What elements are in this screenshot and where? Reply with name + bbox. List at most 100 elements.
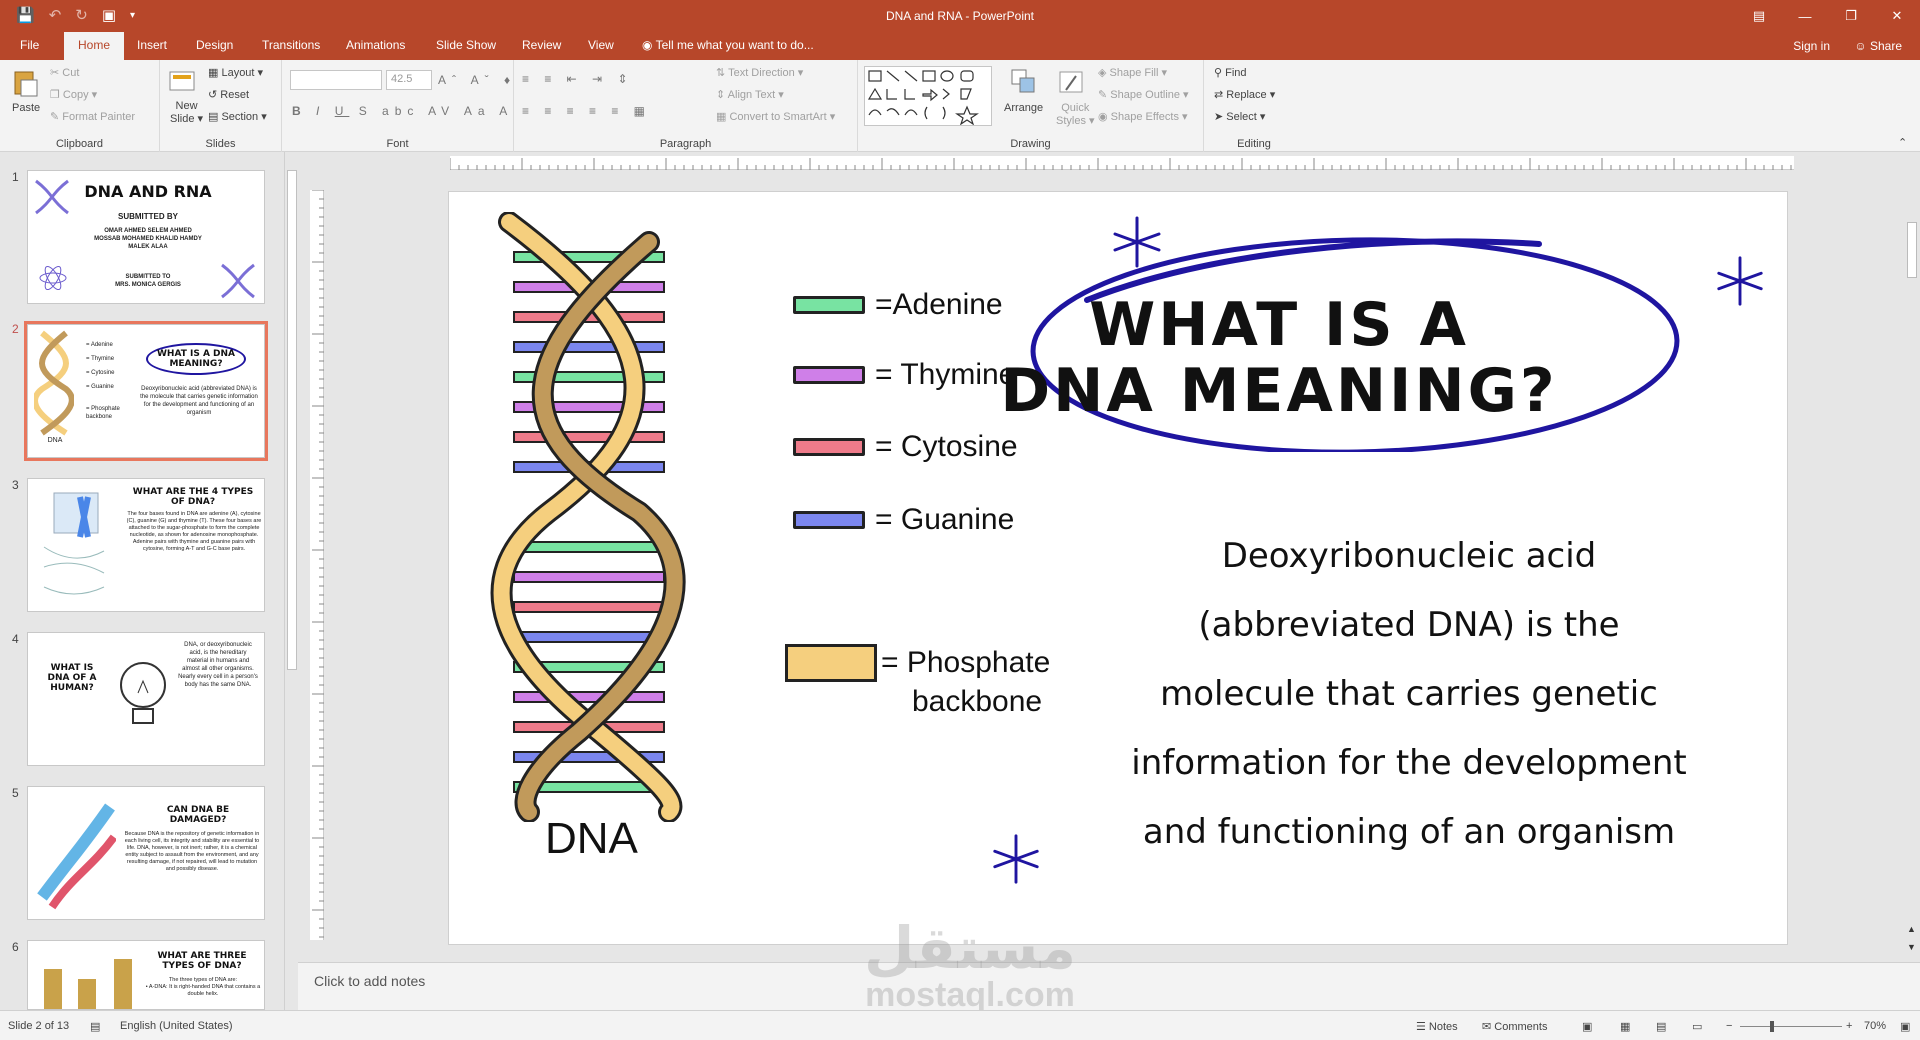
tell-me-box[interactable]: ◉ Tell me what you want to do... xyxy=(642,38,814,52)
zoom-slider-handle[interactable] xyxy=(1770,1021,1774,1032)
notes-button[interactable]: ☰ Notes xyxy=(1416,1020,1458,1033)
format-painter-button[interactable]: ✎ Format Painter xyxy=(50,110,135,123)
sign-in-link[interactable]: Sign in xyxy=(1793,39,1830,53)
slide-thumbnail-3[interactable]: WHAT ARE THE 4 TYPES OF DNA? The four ba… xyxy=(27,478,265,612)
slide-thumbnail-6[interactable]: WHAT ARE THREE TYPES OF DNA? The three t… xyxy=(27,940,265,1010)
scroll-thumb[interactable] xyxy=(1907,222,1917,278)
slide-thumbnail-1[interactable]: DNA AND RNA SUBMITTED BY OMAR AHMED SELE… xyxy=(27,170,265,304)
slide-thumbnail-pane: 1 DNA AND RNA SUBMITTED BY OMAR AHMED SE… xyxy=(0,152,284,1010)
collapse-ribbon-icon[interactable]: ⌃ xyxy=(1898,136,1907,149)
align-text-button[interactable]: ⇕ Align Text ▾ xyxy=(716,88,784,101)
fit-to-window-icon[interactable]: ▣ xyxy=(1900,1020,1910,1033)
next-slide-icon[interactable]: ▼ xyxy=(1907,942,1916,952)
spell-check-icon[interactable]: ▤ xyxy=(90,1020,100,1033)
paste-button[interactable]: Paste xyxy=(12,102,40,114)
tab-file[interactable]: File xyxy=(20,38,39,52)
tab-design[interactable]: Design xyxy=(196,38,233,52)
shape-effects-button[interactable]: ◉ Shape Effects ▾ xyxy=(1098,110,1188,123)
text-direction-button[interactable]: ⇅ Text Direction ▾ xyxy=(716,66,803,79)
base-pair-rung xyxy=(513,541,665,553)
layout-button[interactable]: ▦ Layout ▾ xyxy=(208,66,263,79)
shape-fill-button[interactable]: ◈ Shape Fill ▾ xyxy=(1098,66,1167,79)
slide-body-text[interactable]: Deoxyribonucleic acid (abbreviated DNA) … xyxy=(1109,522,1709,867)
search-icon: ⚲ xyxy=(1214,67,1223,79)
title-line: WHAT IS A xyxy=(1089,290,1469,360)
slide-number: 5 xyxy=(12,786,19,800)
slide-thumbnail-2[interactable]: = Adenine = Thymine = Cytosine = Guanine… xyxy=(24,321,268,461)
tab-transitions[interactable]: Transitions xyxy=(262,38,320,52)
reading-view-icon[interactable]: ▤ xyxy=(1656,1020,1666,1033)
close-button[interactable]: ✕ xyxy=(1874,0,1920,32)
replace-button[interactable]: ⇄ Replace ▾ xyxy=(1214,88,1275,101)
base-pair-rung xyxy=(513,691,665,703)
notes-pane[interactable]: Click to add notes xyxy=(298,962,1920,1010)
font-label: Font xyxy=(386,138,409,150)
tab-animations[interactable]: Animations xyxy=(346,38,405,52)
cytosine-swatch xyxy=(793,438,865,456)
body-line: (abbreviated DNA) is the xyxy=(1198,605,1620,645)
watermark-logo: مستقل mostaql.com xyxy=(840,916,1100,1013)
copy-button[interactable]: ❐ Copy ▾ xyxy=(50,88,97,101)
legend-adenine: =Adenine xyxy=(793,288,1003,322)
restore-button[interactable]: ❐ xyxy=(1828,0,1874,32)
slide-number: 1 xyxy=(12,170,19,184)
list-buttons[interactable]: ≡ ≡ ⇤ ⇥ ⇕ xyxy=(522,72,634,86)
align-buttons[interactable]: ≡ ≡ ≡ ≡ ≡ ▦ xyxy=(522,104,651,118)
zoom-slider[interactable] xyxy=(1740,1026,1842,1027)
arrange-icon[interactable] xyxy=(1010,68,1038,98)
find-button[interactable]: ⚲ Find xyxy=(1214,66,1247,79)
zoom-in-icon[interactable]: + xyxy=(1846,1020,1852,1032)
tab-review[interactable]: Review xyxy=(522,38,561,52)
thumb-legend: = Thymine xyxy=(86,356,115,362)
zoom-out-icon[interactable]: − xyxy=(1726,1020,1732,1032)
language-indicator[interactable]: English (United States) xyxy=(120,1020,233,1032)
thumbnail-scrollbar[interactable] xyxy=(284,152,298,1010)
cut-button[interactable]: ✂ Cut xyxy=(50,66,79,79)
section-button[interactable]: ▤ Section ▾ xyxy=(208,110,267,123)
ribbon-display-options-icon[interactable]: ▤ xyxy=(1736,0,1782,32)
slide-thumbnail-5[interactable]: CAN DNA BE DAMAGED? Because DNA is the r… xyxy=(27,786,265,920)
quick-styles-button[interactable]: Quick Styles ▾ xyxy=(1056,102,1095,127)
slides-group: New Slide ▾ ▦ Layout ▾ ↺ Reset ▤ Section … xyxy=(160,60,282,152)
font-format-buttons[interactable]: B I U S abc AV Aa A xyxy=(292,104,513,118)
scroll-thumb[interactable] xyxy=(287,170,297,670)
slides-label: Slides xyxy=(205,138,236,150)
shapes-gallery[interactable] xyxy=(864,66,992,126)
base-pair-rung xyxy=(513,571,665,583)
font-size-box[interactable]: 42.5 xyxy=(386,70,432,90)
chromosome-diagram-icon xyxy=(43,492,105,595)
normal-view-icon[interactable]: ▣ xyxy=(1582,1020,1592,1033)
tab-slide-show[interactable]: Slide Show xyxy=(436,38,496,52)
font-size-buttons[interactable]: Aˆ Aˇ ♦ xyxy=(438,73,516,87)
reset-button[interactable]: ↺ Reset xyxy=(208,88,249,101)
editor-scrollbar[interactable]: ▲ ▼ xyxy=(1904,152,1920,962)
font-name-box[interactable] xyxy=(290,70,382,90)
adenine-swatch xyxy=(793,296,865,314)
phosphate-label: = Phosphate xyxy=(881,646,1051,679)
select-button[interactable]: ➤ Select ▾ xyxy=(1214,110,1265,123)
minimize-button[interactable]: — xyxy=(1782,0,1828,32)
base-pair-rung xyxy=(513,601,665,613)
paste-icon[interactable] xyxy=(12,68,40,98)
slide-sorter-icon[interactable]: ▦ xyxy=(1620,1020,1630,1033)
quick-styles-icon[interactable] xyxy=(1058,68,1086,98)
slide-canvas[interactable]: DNA =Adenine = Thymine = Cytosine = Guan… xyxy=(448,191,1788,945)
zoom-level[interactable]: 70% xyxy=(1864,1020,1886,1032)
watermark-arabic: مستقل xyxy=(863,916,1077,981)
convert-smartart-button[interactable]: ▦ Convert to SmartArt ▾ xyxy=(716,110,835,123)
new-slide-icon[interactable] xyxy=(168,66,196,96)
previous-slide-icon[interactable]: ▲ xyxy=(1907,924,1916,934)
comments-button[interactable]: ✉ Comments xyxy=(1482,1020,1547,1033)
slide-title[interactable]: WHAT IS A DNA MEANING? xyxy=(1000,290,1554,424)
tab-view[interactable]: View xyxy=(588,38,614,52)
slide-show-icon[interactable]: ▭ xyxy=(1692,1020,1702,1033)
share-button[interactable]: ☺ Share xyxy=(1854,39,1902,53)
tab-home[interactable]: Home xyxy=(64,32,125,60)
new-slide-button[interactable]: New Slide ▾ xyxy=(170,100,203,125)
notes-placeholder: Click to add notes xyxy=(314,973,426,989)
slide-counter: Slide 2 of 13 xyxy=(8,1020,70,1032)
arrange-button[interactable]: Arrange xyxy=(1004,102,1043,114)
tab-insert[interactable]: Insert xyxy=(137,38,167,52)
shape-outline-button[interactable]: ✎ Shape Outline ▾ xyxy=(1098,88,1189,101)
slide-thumbnail-4[interactable]: WHAT IS DNA OF A HUMAN? DNA, or deoxyrib… xyxy=(27,632,265,766)
